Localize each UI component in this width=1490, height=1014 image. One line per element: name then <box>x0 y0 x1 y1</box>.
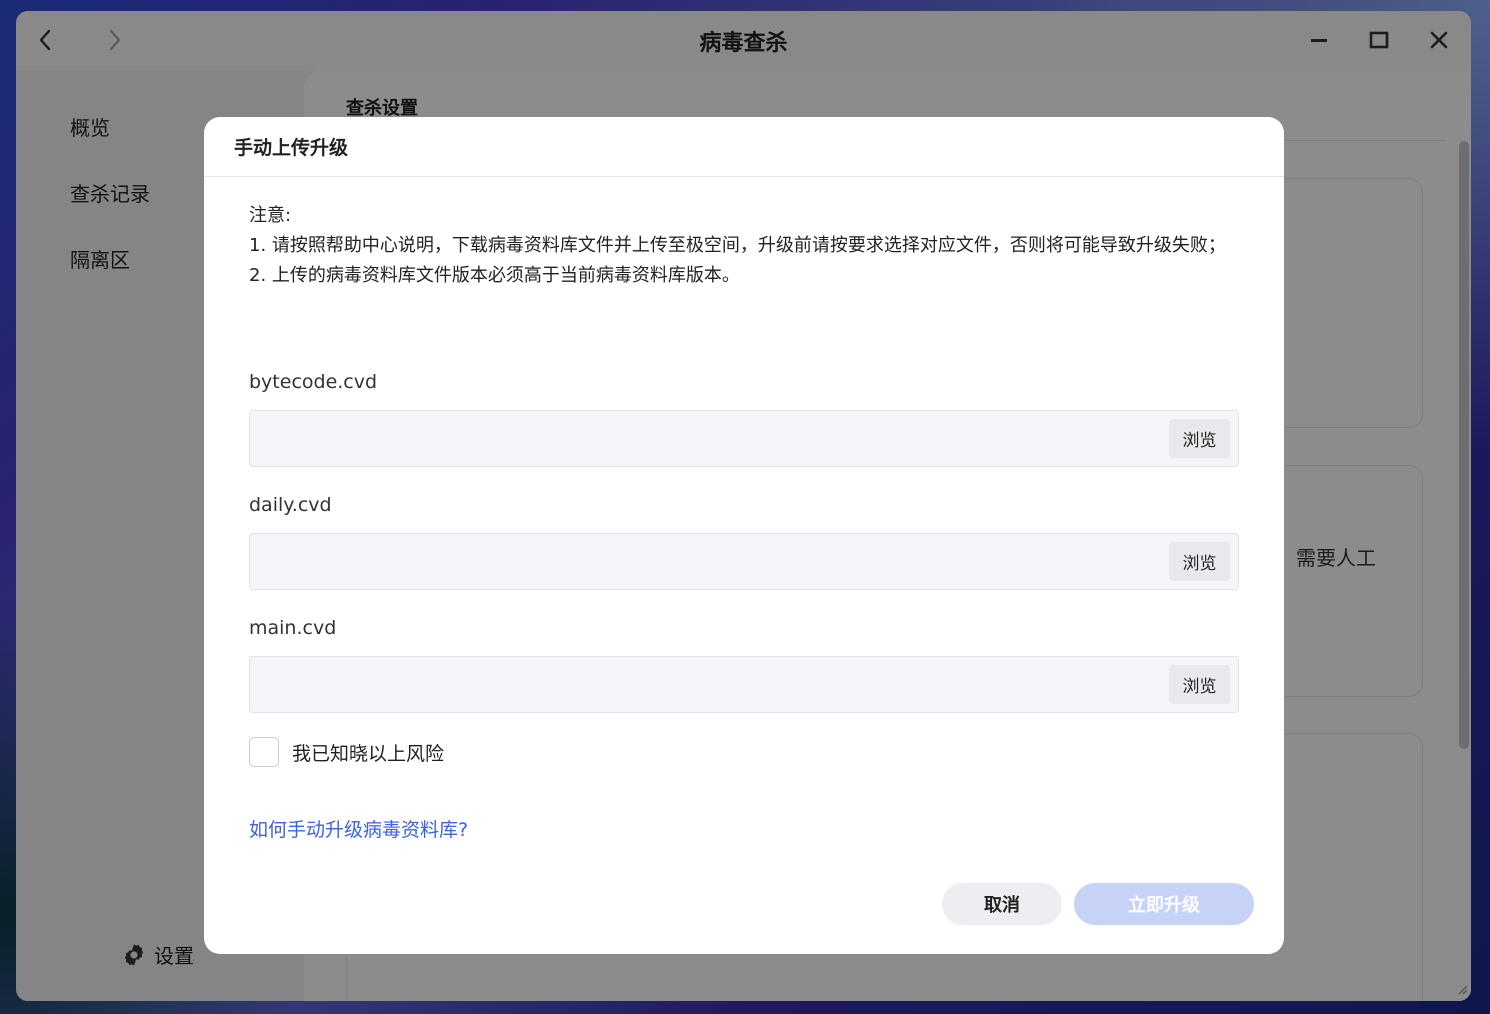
acknowledge-checkbox[interactable] <box>249 737 279 767</box>
help-link[interactable]: 如何手动升级病毒资料库? <box>249 815 468 842</box>
manual-upgrade-dialog: 手动上传升级 注意: 1. 请按照帮助中心说明，下载病毒资料库文件并上传至极空间… <box>204 117 1284 954</box>
daily-label: daily.cvd <box>249 494 332 516</box>
cancel-button[interactable]: 取消 <box>942 883 1062 925</box>
daily-file-field[interactable]: 浏览 <box>249 533 1239 590</box>
bytecode-label: bytecode.cvd <box>249 371 378 393</box>
daily-browse-button[interactable]: 浏览 <box>1169 542 1230 581</box>
main-file-field[interactable]: 浏览 <box>249 656 1239 713</box>
main-label: main.cvd <box>249 617 337 639</box>
notice-line-1: 1. 请按照帮助中心说明，下载病毒资料库文件并上传至极空间，升级前请按要求选择对… <box>249 235 1226 256</box>
bytecode-file-field[interactable]: 浏览 <box>249 410 1239 467</box>
bytecode-browse-button[interactable]: 浏览 <box>1169 419 1230 458</box>
dialog-title: 手动上传升级 <box>204 117 1284 177</box>
acknowledge-row[interactable]: 我已知晓以上风险 <box>249 737 444 767</box>
upgrade-now-button[interactable]: 立即升级 <box>1074 883 1254 925</box>
notice-heading: 注意: <box>249 205 292 226</box>
notice-line-2: 2. 上传的病毒资料库文件版本必须高于当前病毒资料库版本。 <box>249 265 740 286</box>
notice-text: 注意: 1. 请按照帮助中心说明，下载病毒资料库文件并上传至极空间，升级前请按要… <box>249 201 1239 291</box>
acknowledge-label[interactable]: 我已知晓以上风险 <box>292 739 444 766</box>
main-browse-button[interactable]: 浏览 <box>1169 665 1230 704</box>
